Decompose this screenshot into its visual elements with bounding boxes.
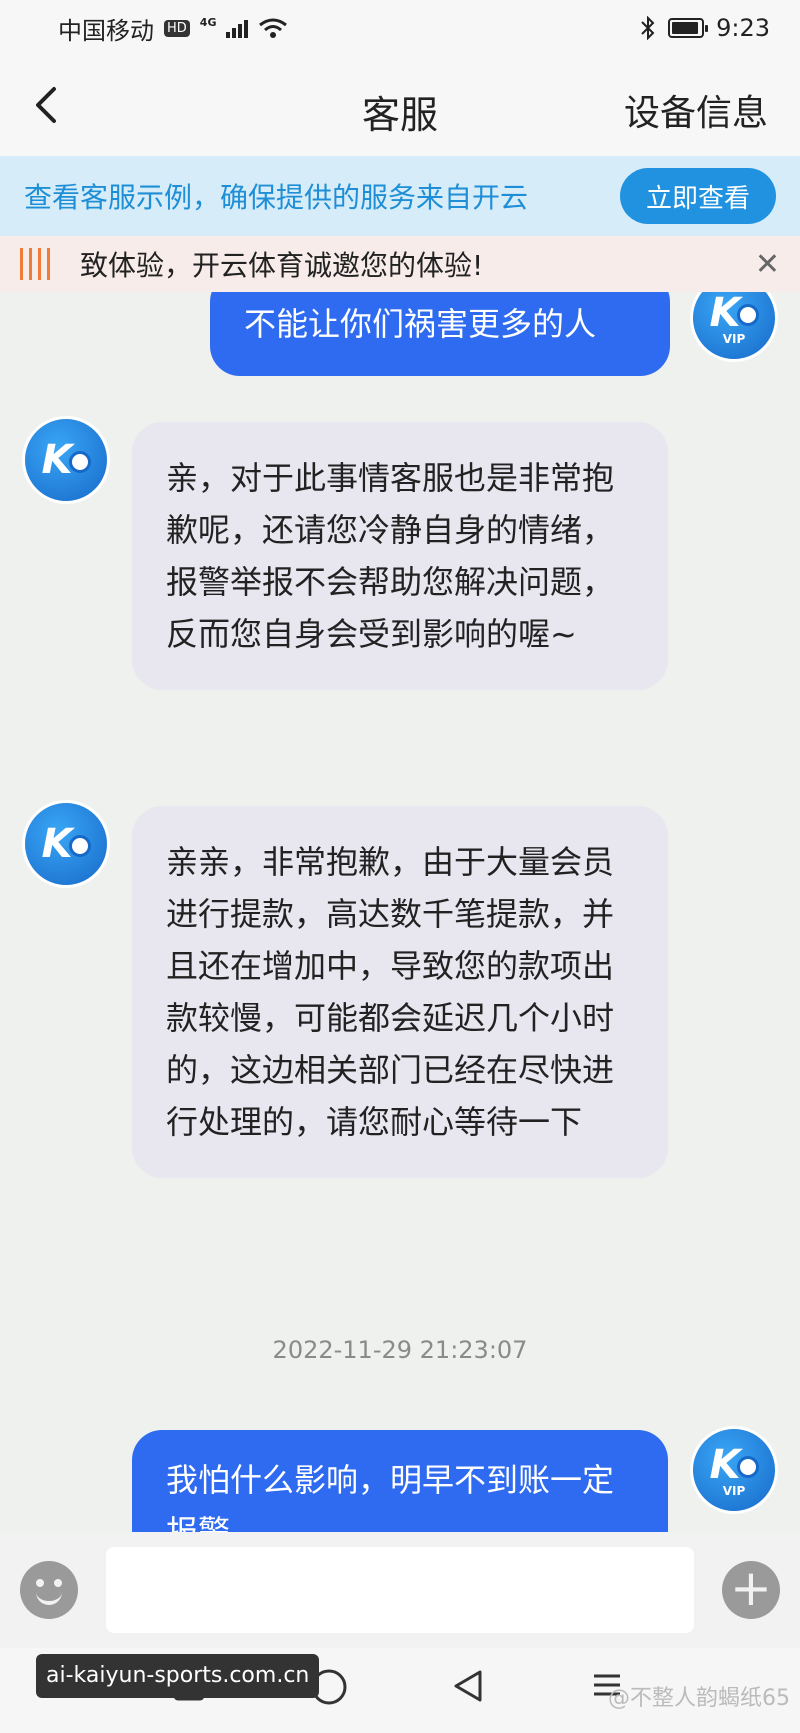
watermark-url: ai-kaiyun-sports.com.cn bbox=[36, 1654, 320, 1698]
info-banner: 查看客服示例，确保提供的服务来自开云 立即查看 bbox=[0, 156, 800, 236]
back-triangle-icon[interactable] bbox=[450, 1668, 486, 1704]
message-bubble[interactable]: 亲亲，非常抱歉，由于大量会员进行提款，高达数千笔提款，并且还在增加中，导致您的款… bbox=[132, 806, 668, 1178]
message-text: 我怕什么影响，明早不到账一定报警 bbox=[166, 1461, 615, 1532]
hd-badge: HD bbox=[164, 19, 190, 37]
message-input[interactable] bbox=[106, 1547, 694, 1633]
agent-avatar[interactable]: K VIP bbox=[690, 1426, 778, 1514]
nav-bar: 客服 设备信息 bbox=[0, 56, 800, 156]
message-bubble[interactable]: 我怕什么影响，明早不到账一定报警 bbox=[132, 1430, 668, 1532]
message-bubble[interactable]: 亲，对于此事情客服也是非常抱歉呢，还请您冷静自身的情绪，报警举报不会帮助您解决问… bbox=[132, 422, 668, 690]
emoji-button[interactable] bbox=[20, 1561, 78, 1619]
notice-bar: 致体验，开云体育诚邀您的体验! ✕ bbox=[0, 236, 800, 292]
agent-avatar[interactable]: K bbox=[22, 800, 110, 888]
add-attachment-button[interactable]: + bbox=[722, 1561, 780, 1619]
bluetooth-icon bbox=[641, 16, 655, 40]
message-timestamp: 2022-11-29 21:23:07 bbox=[272, 1336, 528, 1364]
message-text: 不能让你们祸害更多的人 bbox=[244, 305, 597, 343]
status-bar: 中国移动 HD 4G 9:23 bbox=[0, 0, 800, 56]
signal-icon bbox=[226, 18, 249, 38]
device-info-button[interactable]: 设备信息 bbox=[624, 84, 768, 136]
logo-icon: K bbox=[42, 821, 91, 867]
announcement-icon bbox=[20, 247, 50, 281]
view-now-button[interactable]: 立即查看 bbox=[619, 168, 776, 224]
vip-badge: VIP bbox=[722, 1484, 746, 1498]
back-button[interactable] bbox=[20, 80, 70, 130]
vip-badge: VIP bbox=[722, 332, 746, 346]
logo-icon: K bbox=[42, 437, 91, 483]
battery-icon bbox=[668, 18, 709, 38]
logo-icon: K bbox=[710, 292, 759, 336]
network-type-label: 4G bbox=[199, 15, 217, 29]
chevron-left-icon bbox=[36, 87, 56, 123]
notice-text: 致体验，开云体育诚邀您的体验! bbox=[80, 249, 484, 282]
status-left: 中国移动 HD 4G bbox=[58, 11, 288, 46]
input-bar: + bbox=[0, 1532, 800, 1648]
status-right: 9:23 bbox=[640, 14, 770, 42]
logo-icon: K bbox=[710, 1442, 759, 1488]
message-bubble[interactable]: 不能让你们祸害更多的人 bbox=[210, 292, 670, 376]
chat-area[interactable]: K VIP 不能让你们祸害更多的人 K 亲，对于此事情客服也是非常抱歉呢，还请您… bbox=[0, 292, 800, 1532]
message-text: 亲亲，非常抱歉，由于大量会员进行提款，高达数千笔提款，并且还在增加中，导致您的款… bbox=[166, 843, 615, 1141]
close-icon[interactable]: ✕ bbox=[755, 247, 780, 282]
message-text: 亲，对于此事情客服也是非常抱歉呢，还请您冷静自身的情绪，报警举报不会帮助您解决问… bbox=[166, 459, 615, 653]
agent-avatar[interactable]: K VIP bbox=[690, 292, 778, 362]
info-banner-text: 查看客服示例，确保提供的服务来自开云 bbox=[24, 181, 529, 214]
clock: 9:23 bbox=[716, 14, 770, 42]
agent-avatar[interactable]: K bbox=[22, 416, 110, 504]
watermark-author: @不整人韵蝎纸65 bbox=[608, 1686, 790, 1711]
carrier-label: 中国移动 bbox=[58, 16, 154, 45]
wifi-icon bbox=[259, 18, 288, 38]
